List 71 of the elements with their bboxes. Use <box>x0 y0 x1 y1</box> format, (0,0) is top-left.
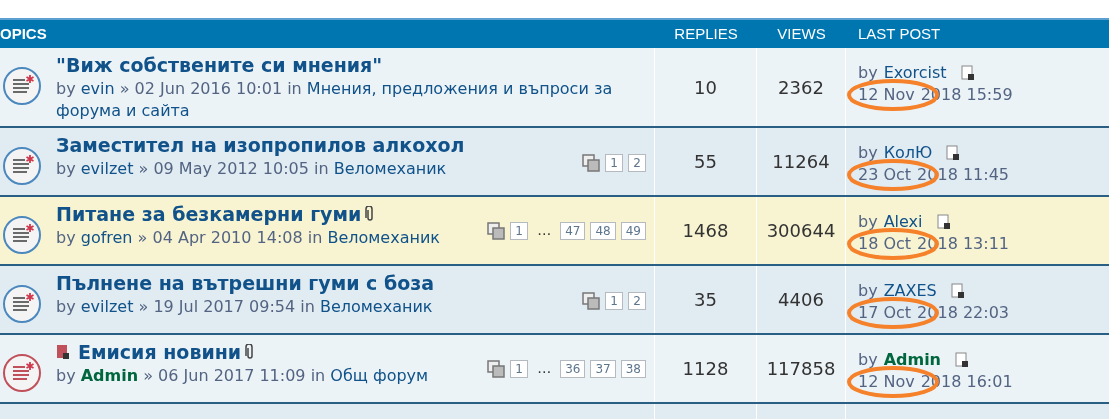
page-link[interactable]: 2 <box>628 154 646 172</box>
topic-icon <box>2 215 42 255</box>
topic-prefix-icon <box>56 344 70 360</box>
by-label: by <box>858 142 878 164</box>
topic-meta: by gofren » 04 Apr 2010 14:08 in Веломеханик <box>56 227 441 249</box>
view-count: 300644 <box>766 219 836 243</box>
author-link[interactable]: ZAXES <box>883 280 937 302</box>
author-link[interactable]: Admin <box>80 366 139 385</box>
topic-title[interactable]: Питане за безкамерни гуми <box>56 201 362 227</box>
topic-title[interactable]: "Виж собствените си мнения" <box>56 52 383 78</box>
by-label: by <box>858 211 878 233</box>
page-link[interactable]: 1 <box>605 292 623 310</box>
view-post-icon[interactable] <box>946 145 961 161</box>
topic-title[interactable]: Пълнене на вътрешни гуми с боза <box>56 270 435 296</box>
last-post-date: 12 Nov <box>858 372 915 391</box>
topic-meta: by Admin » 06 Jun 2017 11:09 in Общ форум <box>56 365 430 387</box>
view-post-icon[interactable] <box>960 65 975 81</box>
topic-meta: by evin » 02 Jun 2016 10:01 in Мнения, предложения и въпроси за форума и сайта <box>56 78 614 122</box>
view-post-icon[interactable] <box>950 283 965 299</box>
ellipsis: … <box>536 221 553 240</box>
topic-icon <box>2 284 42 324</box>
last-post-date: 18 Oct <box>858 234 912 253</box>
page-link[interactable]: 38 <box>620 359 646 378</box>
view-post-icon[interactable] <box>936 214 951 230</box>
page-link[interactable]: 1 <box>510 221 529 240</box>
page-link[interactable]: 1 <box>605 154 623 172</box>
author-link[interactable]: evin <box>80 79 115 98</box>
topic-icon <box>2 146 42 186</box>
topic-title[interactable]: Емисия новини <box>78 339 242 365</box>
pages-icon <box>487 359 506 378</box>
topic-meta: by evilzet » 19 Jul 2017 09:54 in Веломеханик <box>56 296 434 318</box>
author-link[interactable]: КолЮ <box>883 142 933 164</box>
reply-count: 35 <box>694 288 717 312</box>
reply-count: 1128 <box>682 357 729 381</box>
page-link[interactable]: 48 <box>590 221 616 240</box>
by-label: by <box>858 349 878 371</box>
topic-meta: by evilzet » 09 May 2012 10:05 in Веломеханик <box>56 158 448 180</box>
view-count: 4406 <box>778 288 824 312</box>
reply-count: 1468 <box>682 219 729 243</box>
author-link[interactable]: evilzet <box>80 297 134 316</box>
page-link[interactable]: 2 <box>628 292 646 310</box>
column-header: LAST POST <box>857 23 941 44</box>
author-link[interactable]: Admin <box>883 349 941 371</box>
column-header: OPICS <box>0 23 48 44</box>
page-link[interactable]: 47 <box>560 221 586 240</box>
author-link[interactable]: evilzet <box>80 159 134 178</box>
column-header: VIEWS <box>776 23 827 44</box>
by-label: by <box>858 280 878 302</box>
page-link[interactable]: 36 <box>560 359 586 378</box>
last-post-date: 17 Oct <box>858 303 912 322</box>
page-link[interactable]: 1 <box>510 359 529 378</box>
view-count: 11264 <box>772 150 830 174</box>
author-link[interactable]: Exorcist <box>883 62 947 84</box>
reply-count: 55 <box>694 150 717 174</box>
view-post-icon[interactable] <box>955 352 969 368</box>
ellipsis: … <box>536 359 553 378</box>
column-header: REPLIES <box>673 23 739 44</box>
author-link[interactable]: Alexi <box>883 211 923 233</box>
topic-title[interactable]: Заместител на изопропилов алкохол <box>56 132 465 158</box>
pages-icon <box>487 221 506 240</box>
reply-count: 10 <box>694 75 717 100</box>
pages-icon <box>582 292 600 310</box>
pages-icon <box>582 154 600 172</box>
page-link[interactable]: 37 <box>590 359 616 378</box>
view-count: 117858 <box>766 357 836 381</box>
author-link[interactable]: gofren <box>80 228 133 247</box>
page-link[interactable]: 49 <box>620 221 646 240</box>
last-post-date: 12 Nov <box>858 85 915 104</box>
view-count: 2362 <box>778 75 824 100</box>
last-post-date: 23 Oct <box>858 165 912 184</box>
by-label: by <box>858 62 878 84</box>
